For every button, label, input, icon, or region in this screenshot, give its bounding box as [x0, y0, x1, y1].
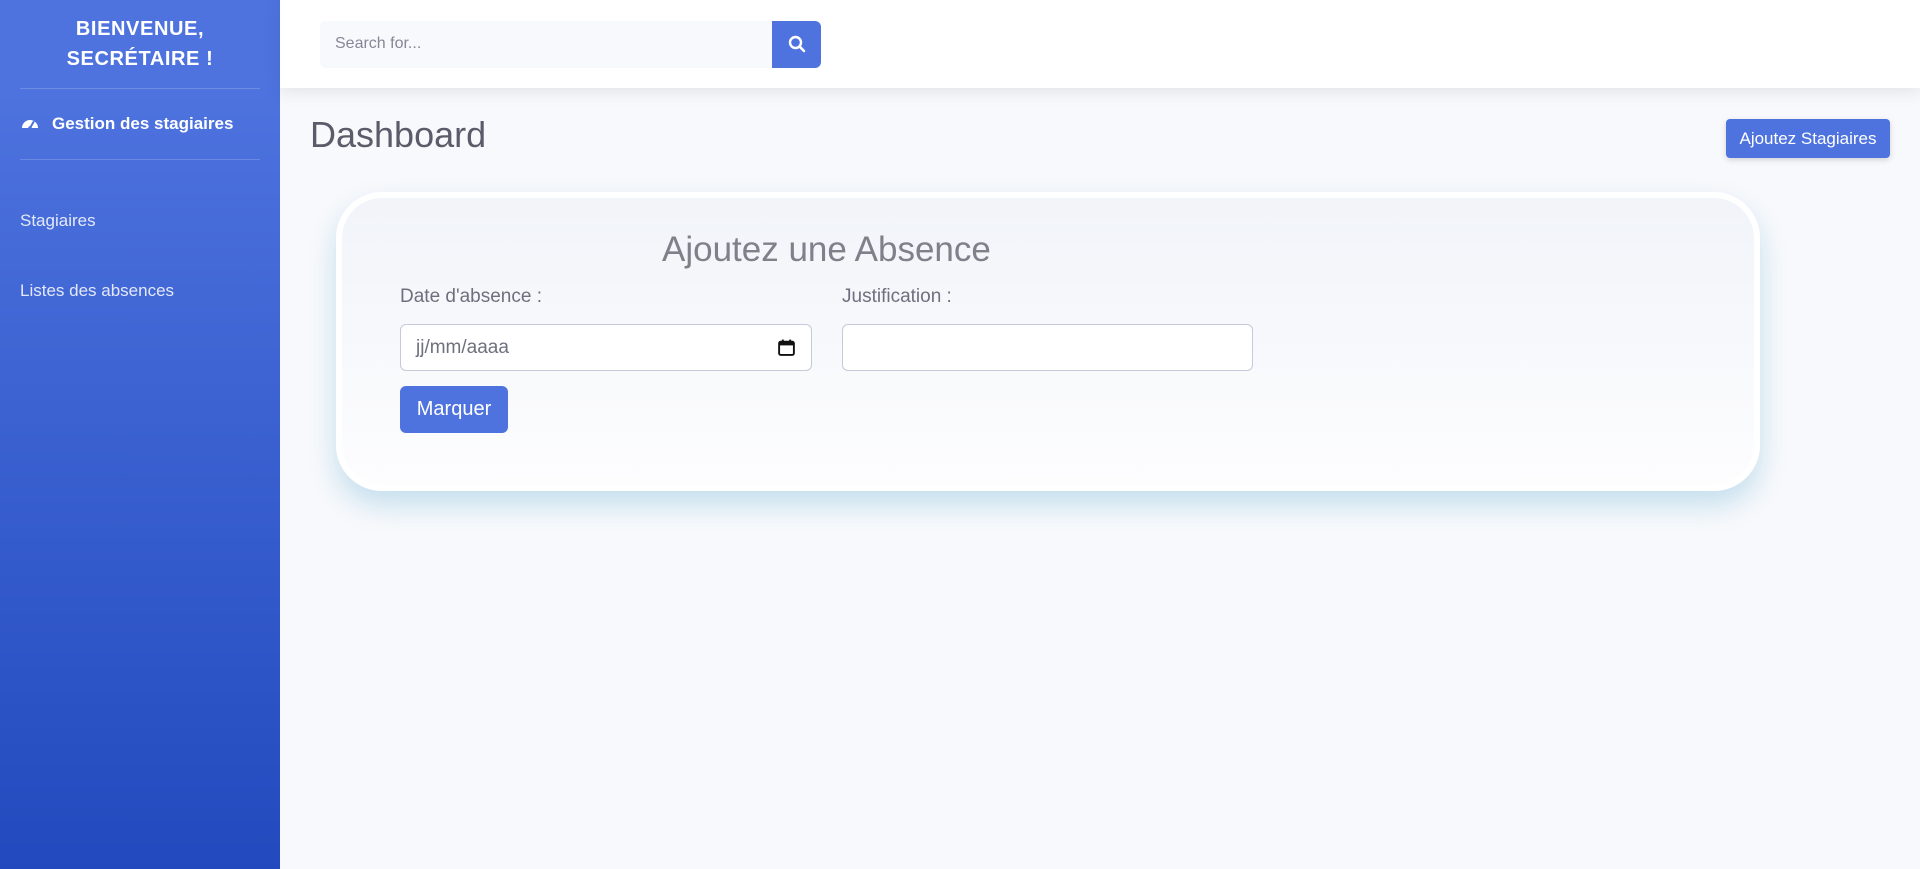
search-group [320, 20, 821, 68]
sidebar-item-listes-absences[interactable]: Listes des absences [0, 256, 280, 326]
justification-label: Justification : [842, 286, 952, 307]
date-label: Date d'absence : [400, 286, 542, 307]
sidebar-brand[interactable]: BIENVENUE, SECRÉTAIRE ! [0, 0, 280, 88]
date-field-value: jj/mm/aaaa [416, 336, 509, 358]
marquer-button[interactable]: Marquer [400, 386, 508, 433]
date-field[interactable]: jj/mm/aaaa [400, 324, 812, 371]
search-button[interactable] [772, 20, 821, 68]
add-stagiaires-button[interactable]: Ajoutez Stagiaires [1726, 119, 1890, 158]
justification-field[interactable] [842, 324, 1253, 371]
search-input[interactable] [320, 20, 772, 68]
form-title: Ajoutez une Absence [662, 230, 991, 269]
topbar [280, 0, 1920, 88]
sidebar-item-gestion-stagiaires[interactable]: Gestion des stagiaires [0, 89, 280, 159]
search-icon [788, 35, 805, 53]
sidebar-item-stagiaires[interactable]: Stagiaires [0, 186, 280, 256]
tachometer-icon [22, 120, 38, 130]
calendar-icon[interactable] [777, 338, 796, 357]
sidebar-item-label: Gestion des stagiaires [52, 114, 234, 133]
sidebar: BIENVENUE, SECRÉTAIRE ! Gestion des stag… [0, 0, 280, 869]
page-title: Dashboard [310, 114, 487, 155]
absence-form-card: Ajoutez une Absence Date d'absence : jj/… [336, 192, 1760, 491]
